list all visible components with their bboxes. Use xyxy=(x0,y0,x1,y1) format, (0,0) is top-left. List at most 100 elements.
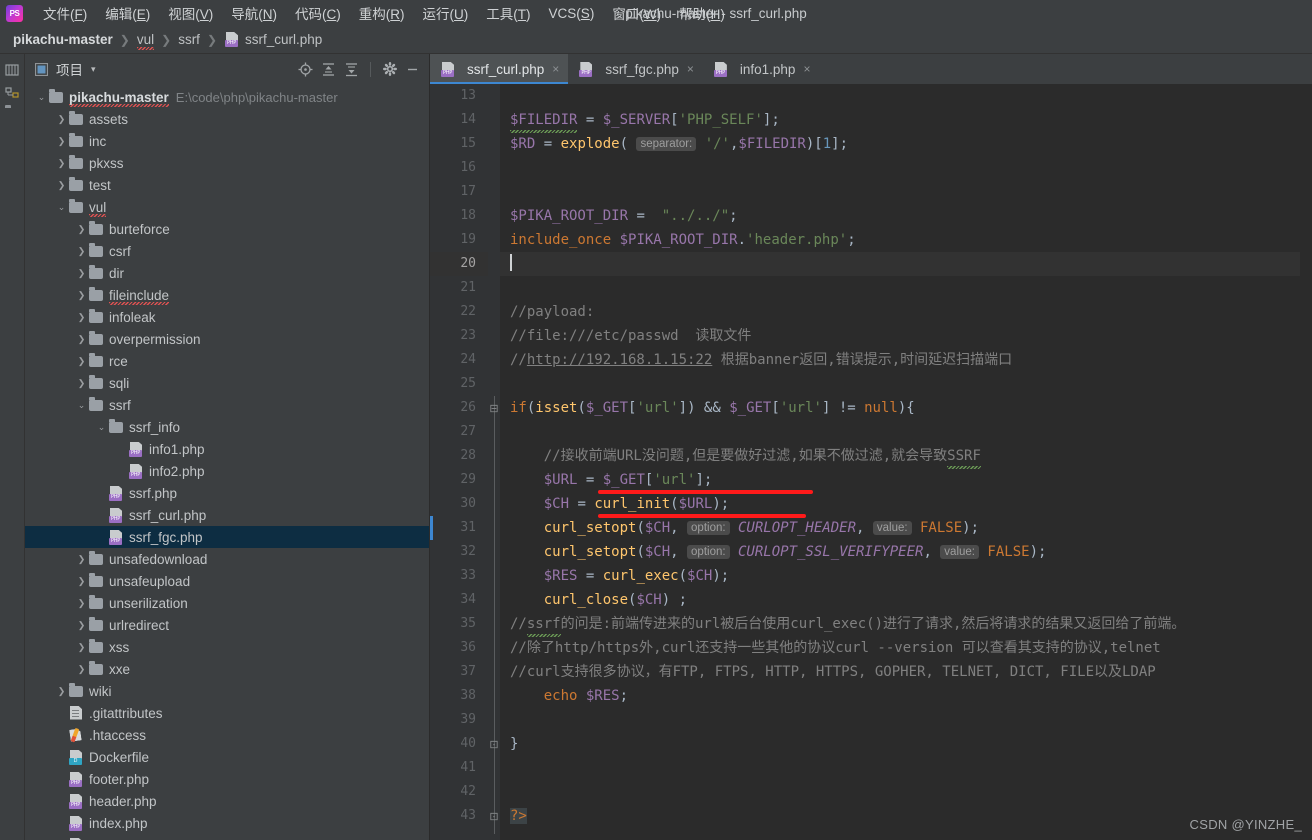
breadcrumb-item-project[interactable]: pikachu-master xyxy=(13,32,113,47)
editor-scrollbar[interactable] xyxy=(1300,84,1312,840)
code-line-26[interactable]: if(isset($_GET['url']) && $_GET['url'] !… xyxy=(500,396,1300,420)
tree-node-overpermission[interactable]: ❯ overpermission xyxy=(25,328,429,350)
line-number-40[interactable]: 40 xyxy=(430,732,488,756)
chevron-right-icon[interactable]: ❯ xyxy=(75,576,88,586)
locate-target-icon[interactable] xyxy=(297,61,314,78)
code-line-30[interactable]: $CH = curl_init($URL); xyxy=(500,492,1300,516)
chevron-right-icon[interactable]: ❯ xyxy=(75,268,88,278)
menu-item-file[interactable]: 文件(F) xyxy=(34,1,96,25)
code-folding-column[interactable]: ⊟ ⊡ ⊡ xyxy=(488,84,500,840)
chevron-right-icon[interactable]: ❯ xyxy=(75,554,88,564)
chevron-right-icon[interactable]: ❯ xyxy=(55,180,68,190)
code-line-18[interactable]: $PIKA_ROOT_DIR = "../../"; xyxy=(500,204,1300,228)
code-line-34[interactable]: curl_close($CH) ; xyxy=(500,588,1300,612)
line-number-16[interactable]: 16 xyxy=(430,156,488,180)
code-line-13[interactable] xyxy=(500,84,1300,108)
line-number-30[interactable]: 30 xyxy=(430,492,488,516)
code-line-36[interactable]: //除了http/https外,curl还支持一些其他的协议curl --ver… xyxy=(500,636,1300,660)
line-number-36[interactable]: 36 xyxy=(430,636,488,660)
line-number-28[interactable]: 28 xyxy=(430,444,488,468)
tab-ssrf-curl-php[interactable]: PHP ssrf_curl.php × xyxy=(430,54,569,84)
line-number-34[interactable]: 34 xyxy=(430,588,488,612)
code-line-23[interactable]: //file:///etc/passwd 读取文件 xyxy=(500,324,1300,348)
settings-gear-icon[interactable] xyxy=(381,61,398,78)
menu-item-vcs[interactable]: VCS(S) xyxy=(540,4,604,23)
chevron-down-icon[interactable]: ⌄ xyxy=(95,422,108,432)
tree-node-xss[interactable]: ❯ xss xyxy=(25,636,429,658)
folder-tool-icon[interactable] xyxy=(5,107,19,121)
fold-toggle-end[interactable]: ⊡ xyxy=(489,732,499,756)
tree-node--htaccess[interactable]: · .htaccess xyxy=(25,724,429,746)
chevron-right-icon[interactable]: ❯ xyxy=(75,598,88,608)
tree-node-wiki[interactable]: ❯ wiki xyxy=(25,680,429,702)
tree-node-pkxss[interactable]: ❯ pkxss xyxy=(25,152,429,174)
menu-item-help[interactable]: 帮助(H) xyxy=(670,1,734,25)
code-line-38[interactable]: echo $RES; xyxy=(500,684,1300,708)
tree-node--gitattributes[interactable]: · .gitattributes xyxy=(25,702,429,724)
line-number-41[interactable]: 41 xyxy=(430,756,488,780)
breadcrumb-item-vul[interactable]: vul xyxy=(136,32,155,50)
breadcrumb-item-ssrf[interactable]: ssrf xyxy=(178,32,200,47)
tab-close-icon[interactable]: × xyxy=(552,62,559,76)
tree-node-ssrf-curl-php[interactable]: ·PHP ssrf_curl.php xyxy=(25,504,429,526)
menu-item-window[interactable]: 窗口(W) xyxy=(603,1,670,25)
tree-node-vul[interactable]: ⌄ vul xyxy=(25,196,429,218)
code-line-16[interactable] xyxy=(500,156,1300,180)
code-line-33[interactable]: $RES = curl_exec($CH); xyxy=(500,564,1300,588)
tree-node-index-php[interactable]: ·PHP index.php xyxy=(25,812,429,834)
line-number-22[interactable]: 22 xyxy=(430,300,488,324)
line-number-32[interactable]: 32 xyxy=(430,540,488,564)
code-line-22[interactable]: //payload: xyxy=(500,300,1300,324)
chevron-right-icon[interactable]: ❯ xyxy=(75,642,88,652)
tree-node-install-php[interactable]: ·PHPinstall.php xyxy=(25,834,429,840)
chevron-right-icon[interactable]: ❯ xyxy=(75,356,88,366)
code-line-15[interactable]: $RD = explode( separator: '/',$FILEDIR)[… xyxy=(500,132,1300,156)
tree-node-unsafedownload[interactable]: ❯ unsafedownload xyxy=(25,548,429,570)
code-line-24[interactable]: //http://192.168.1.15:22 根据banner返回,错误提示… xyxy=(500,348,1300,372)
tree-node-xxe[interactable]: ❯ xxe xyxy=(25,658,429,680)
tree-node-unserilization[interactable]: ❯ unserilization xyxy=(25,592,429,614)
line-number-13[interactable]: 13 xyxy=(430,84,488,108)
tree-node-footer-php[interactable]: ·PHP footer.php xyxy=(25,768,429,790)
line-number-33[interactable]: 33 xyxy=(430,564,488,588)
tree-node-infoleak[interactable]: ❯ infoleak xyxy=(25,306,429,328)
code-line-39[interactable] xyxy=(500,708,1300,732)
chevron-right-icon[interactable]: ❯ xyxy=(55,114,68,124)
code-line-25[interactable] xyxy=(500,372,1300,396)
tab-close-icon[interactable]: × xyxy=(687,62,694,76)
tab-info1-php[interactable]: PHP info1.php × xyxy=(703,54,820,84)
code-line-37[interactable]: //curl支持很多协议，有FTP, FTPS, HTTP, HTTPS, GO… xyxy=(500,660,1300,684)
menu-item-tools[interactable]: 工具(T) xyxy=(477,1,539,25)
line-number-23[interactable]: 23 xyxy=(430,324,488,348)
line-number-38[interactable]: 38 xyxy=(430,684,488,708)
chevron-right-icon[interactable]: ❯ xyxy=(75,378,88,388)
menu-item-edit[interactable]: 编辑(E) xyxy=(96,1,159,25)
code-line-21[interactable] xyxy=(500,276,1300,300)
menu-item-code[interactable]: 代码(C) xyxy=(286,1,350,25)
fold-toggle-if[interactable]: ⊟ xyxy=(489,396,499,420)
code-text[interactable]: $FILEDIR = $_SERVER['PHP_SELF']; $RD = ex… xyxy=(500,84,1300,840)
tree-node-dir[interactable]: ❯ dir xyxy=(25,262,429,284)
menu-item-refactor[interactable]: 重构(R) xyxy=(350,1,414,25)
chevron-down-icon[interactable]: ⌄ xyxy=(55,202,68,212)
line-number-15[interactable]: 15 xyxy=(430,132,488,156)
tree-node-info1-php[interactable]: ·PHP info1.php xyxy=(25,438,429,460)
collapse-all-icon[interactable] xyxy=(320,61,337,78)
code-line-20[interactable] xyxy=(500,252,1300,276)
line-number-18[interactable]: 18 xyxy=(430,204,488,228)
chevron-down-icon[interactable]: ⌄ xyxy=(35,92,48,102)
code-line-42[interactable] xyxy=(500,780,1300,804)
line-number-25[interactable]: 25 xyxy=(430,372,488,396)
tree-node-header-php[interactable]: ·PHP header.php xyxy=(25,790,429,812)
tree-node-ssrf-fgc-php[interactable]: ·PHP ssrf_fgc.php xyxy=(25,526,429,548)
tree-node-info2-php[interactable]: ·PHP info2.php xyxy=(25,460,429,482)
structure-tool-icon[interactable] xyxy=(5,85,19,99)
chevron-down-icon[interactable]: ▾ xyxy=(91,64,96,75)
menu-item-navigate[interactable]: 导航(N) xyxy=(222,1,286,25)
code-line-19[interactable]: include_once $PIKA_ROOT_DIR.'header.php'… xyxy=(500,228,1300,252)
chevron-right-icon[interactable]: ❯ xyxy=(55,158,68,168)
line-number-20[interactable]: 20 xyxy=(430,252,488,276)
tree-node-test[interactable]: ❯ test xyxy=(25,174,429,196)
hide-panel-icon[interactable] xyxy=(404,61,421,78)
tree-node-ssrf-php[interactable]: ·PHP ssrf.php xyxy=(25,482,429,504)
